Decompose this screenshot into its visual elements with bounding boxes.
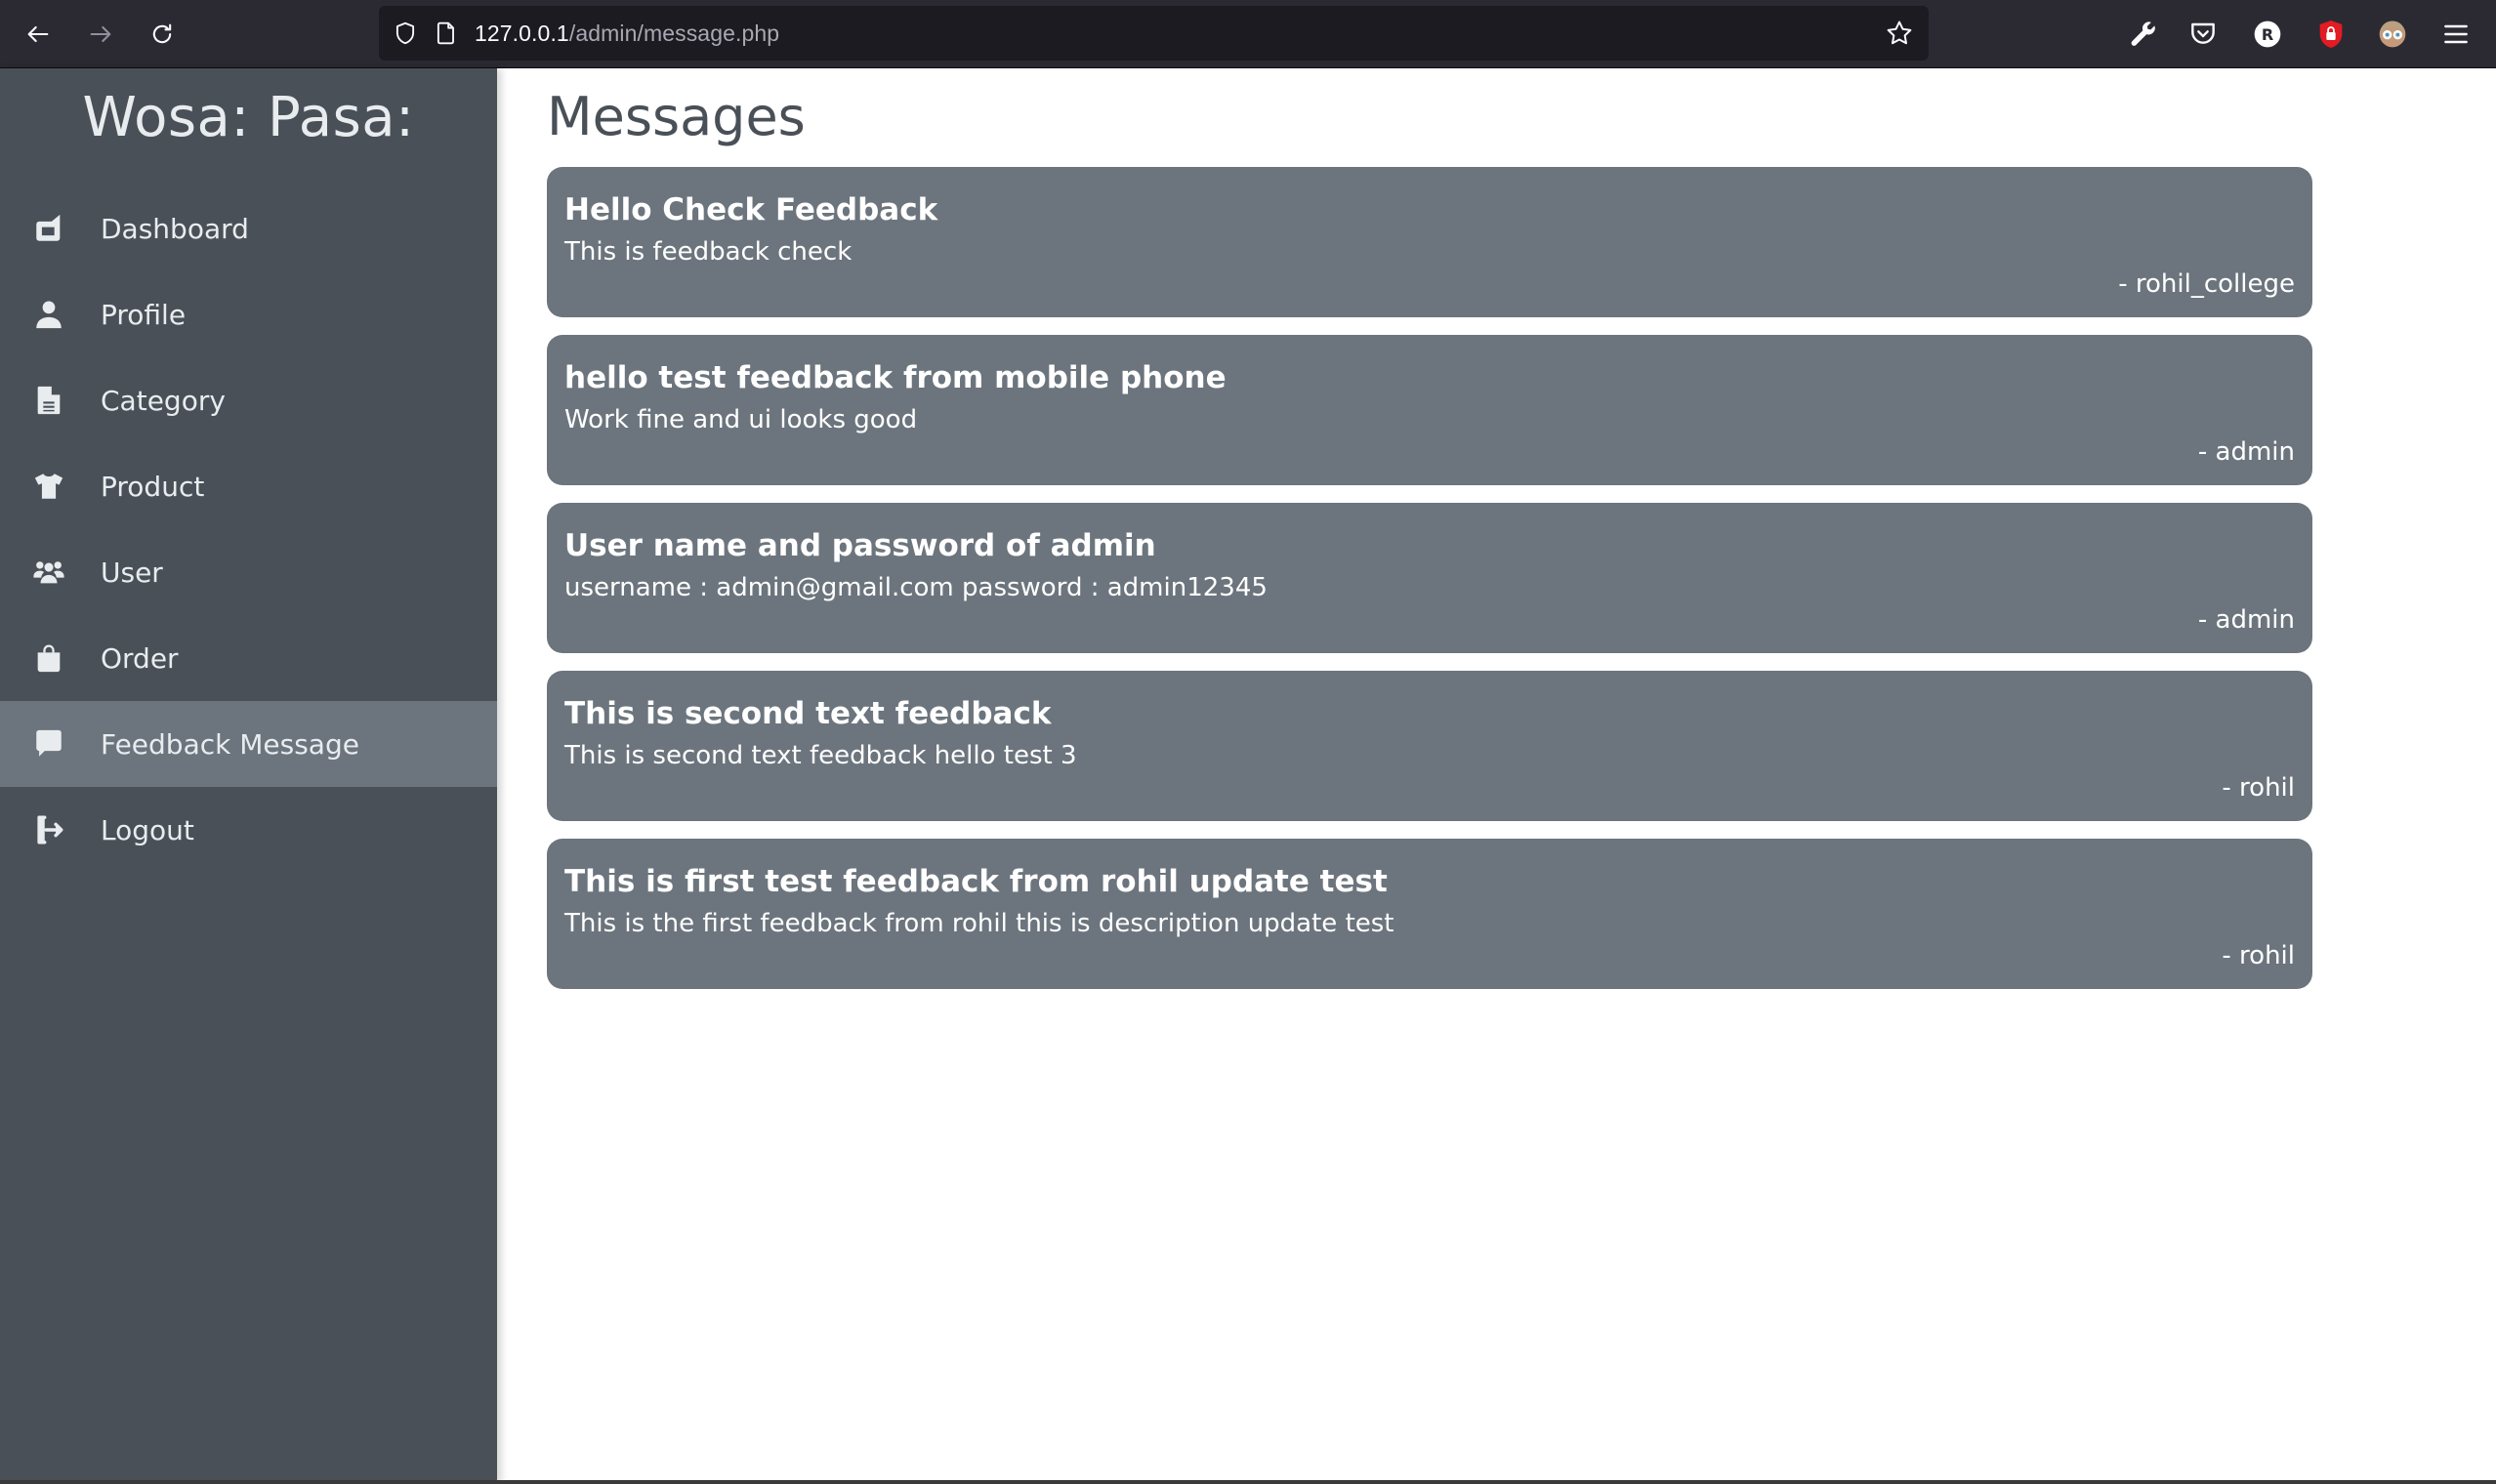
sidebar-item-label: Dashboard [101,212,249,245]
sidebar-item-label: Product [101,470,205,503]
message-body: This is second text feedback hello test … [564,741,1077,770]
message-author: - rohil [2222,941,2295,970]
profile-extension-button[interactable]: R [2249,16,2286,53]
page-title: Messages [547,86,806,147]
message-card: hello test feedback from mobile phone Wo… [547,335,2312,485]
sidebar-menu: Dashboard Profile Category Product User [0,186,497,873]
page-icon[interactable] [432,19,461,48]
message-body: username : admin@gmail.com password : ad… [564,573,1268,602]
lock-shield-icon [2319,21,2343,48]
message-title: This is second text feedback [564,696,1052,731]
sidebar-item-feedback-message[interactable]: Feedback Message [0,701,497,787]
arrow-left-icon [27,25,49,43]
shirt-icon [29,467,68,506]
sidebar-item-label: Profile [101,298,187,331]
message-title: User name and password of admin [564,528,1156,563]
sidebar-item-label: Feedback Message [101,727,359,761]
tracking-shield-icon[interactable] [391,19,420,48]
window-bottom-border [0,1480,2496,1484]
sidebar-item-label: User [101,556,163,589]
sidebar: Wosa: Pasa: Dashboard Profile Category P… [0,68,497,1484]
app-menu-button[interactable] [2437,16,2475,53]
forward-button[interactable] [80,14,121,55]
wrench-icon [2131,21,2155,46]
sidebar-item-label: Category [101,384,226,417]
sidebar-item-dashboard[interactable]: Dashboard [0,186,497,271]
message-title: Hello Check Feedback [564,192,938,227]
pocket-icon [2191,22,2215,44]
security-extension-button[interactable] [2312,16,2350,53]
profile-r-icon: R [2254,21,2281,48]
message-card: User name and password of admin username… [547,503,2312,653]
url-path: /admin/message.php [568,20,780,46]
arrow-right-icon [90,25,111,43]
url-bar[interactable]: 127.0.0.1/admin/message.php [379,6,1929,61]
message-card: This is second text feedback This is sec… [547,671,2312,821]
browser-toolbar: 127.0.0.1/admin/message.php R [0,0,2496,68]
reload-icon [152,23,172,44]
reload-button[interactable] [142,14,183,55]
url-host: 127.0.0.1 [475,20,569,46]
comment-icon [29,724,68,763]
shopping-bag-icon [29,639,68,678]
sidebar-item-label: Order [101,641,179,675]
file-icon [29,381,68,420]
brand-title: Wosa: Pasa: [82,86,415,149]
message-body: This is the first feedback from rohil th… [564,909,1394,938]
avatar-icon [2379,21,2406,48]
sidebar-item-category[interactable]: Category [0,357,497,443]
back-button[interactable] [18,14,59,55]
message-card: This is first test feedback from rohil u… [547,839,2312,989]
hamburger-menu-icon [2444,24,2468,44]
user-icon [29,295,68,334]
sidebar-item-order[interactable]: Order [0,615,497,701]
message-body: Work fine and ui looks good [564,405,918,434]
message-author: - admin [2197,437,2295,467]
logout-icon [29,810,68,849]
dashboard-icon [29,209,68,248]
pocket-button[interactable] [2184,16,2222,53]
svg-text:R: R [2262,25,2273,44]
account-avatar-button[interactable] [2374,16,2411,53]
url-text[interactable]: 127.0.0.1/admin/message.php [475,21,779,47]
message-author: - rohil_college [2118,269,2295,299]
sidebar-item-product[interactable]: Product [0,443,497,529]
message-title: hello test feedback from mobile phone [564,360,1227,395]
sidebar-item-profile[interactable]: Profile [0,271,497,357]
message-title: This is first test feedback from rohil u… [564,864,1388,899]
sidebar-item-label: Logout [101,813,194,846]
message-card: Hello Check Feedback This is feedback ch… [547,167,2312,317]
sidebar-item-logout[interactable]: Logout [0,787,497,873]
message-author: - admin [2197,605,2295,635]
message-list: Hello Check Feedback This is feedback ch… [547,167,2312,1007]
sidebar-item-user[interactable]: User [0,529,497,615]
message-author: - rohil [2222,773,2295,803]
devtools-button[interactable] [2125,16,2162,53]
users-icon [29,553,68,592]
star-icon [1887,21,1912,45]
main-content: Messages Hello Check Feedback This is fe… [497,68,2496,1484]
bookmark-button[interactable] [1882,16,1917,51]
message-body: This is feedback check [564,237,853,267]
